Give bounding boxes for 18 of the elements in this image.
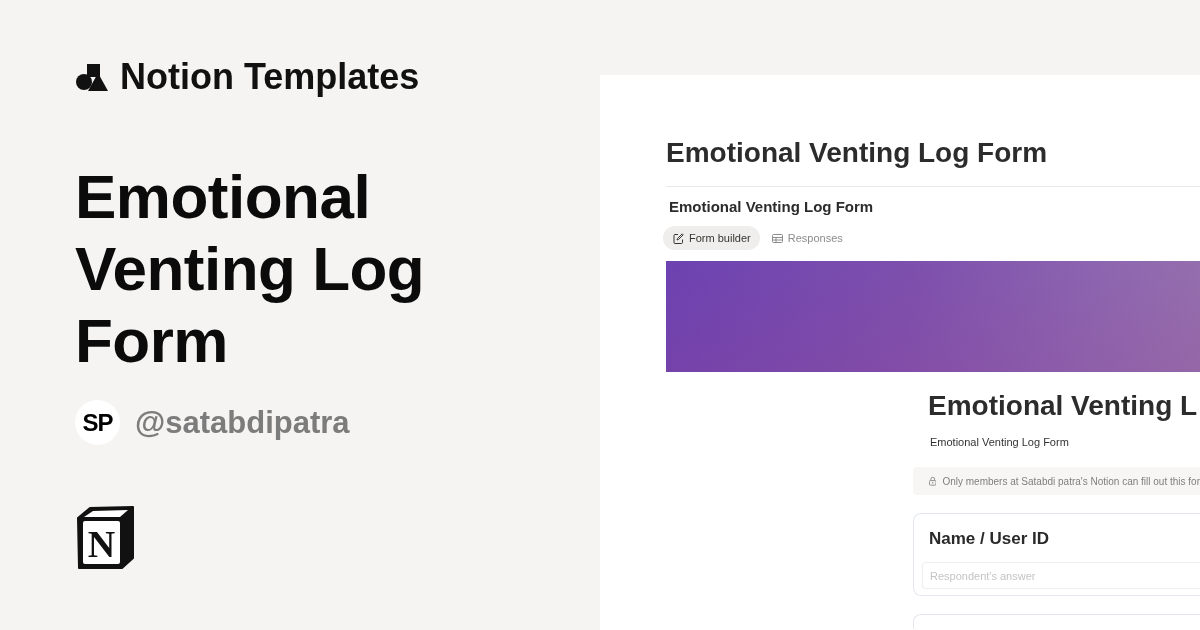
- cube-logo: N: [75, 506, 135, 570]
- edit-icon: [673, 232, 684, 244]
- question-label: Name / User ID: [928, 529, 1050, 549]
- answer-field[interactable]: Respondent's answer: [922, 562, 1200, 589]
- shapes-icon: [76, 63, 108, 91]
- notice-text: Only members at Satabdi patra's Notion can fill out this for: [942, 475, 1200, 487]
- lock-icon: [929, 476, 937, 486]
- form-description: Emotional Venting Log Form: [929, 435, 1070, 449]
- page-title: Emotional Venting Log Form: [666, 136, 1049, 170]
- avatar: SP: [75, 400, 120, 445]
- tab[interactable]: Responses: [761, 226, 852, 250]
- author-handle: @satabdipatra: [135, 404, 350, 441]
- form-title: Emotional Venting L: [927, 389, 1199, 423]
- database-title: Emotional Venting Log Form: [669, 198, 875, 216]
- template-title: Emotional Venting Log Form: [75, 161, 426, 377]
- tab[interactable]: Form builder: [663, 226, 760, 250]
- brand-name: Notion Templates: [120, 57, 420, 97]
- table-icon: [771, 232, 783, 244]
